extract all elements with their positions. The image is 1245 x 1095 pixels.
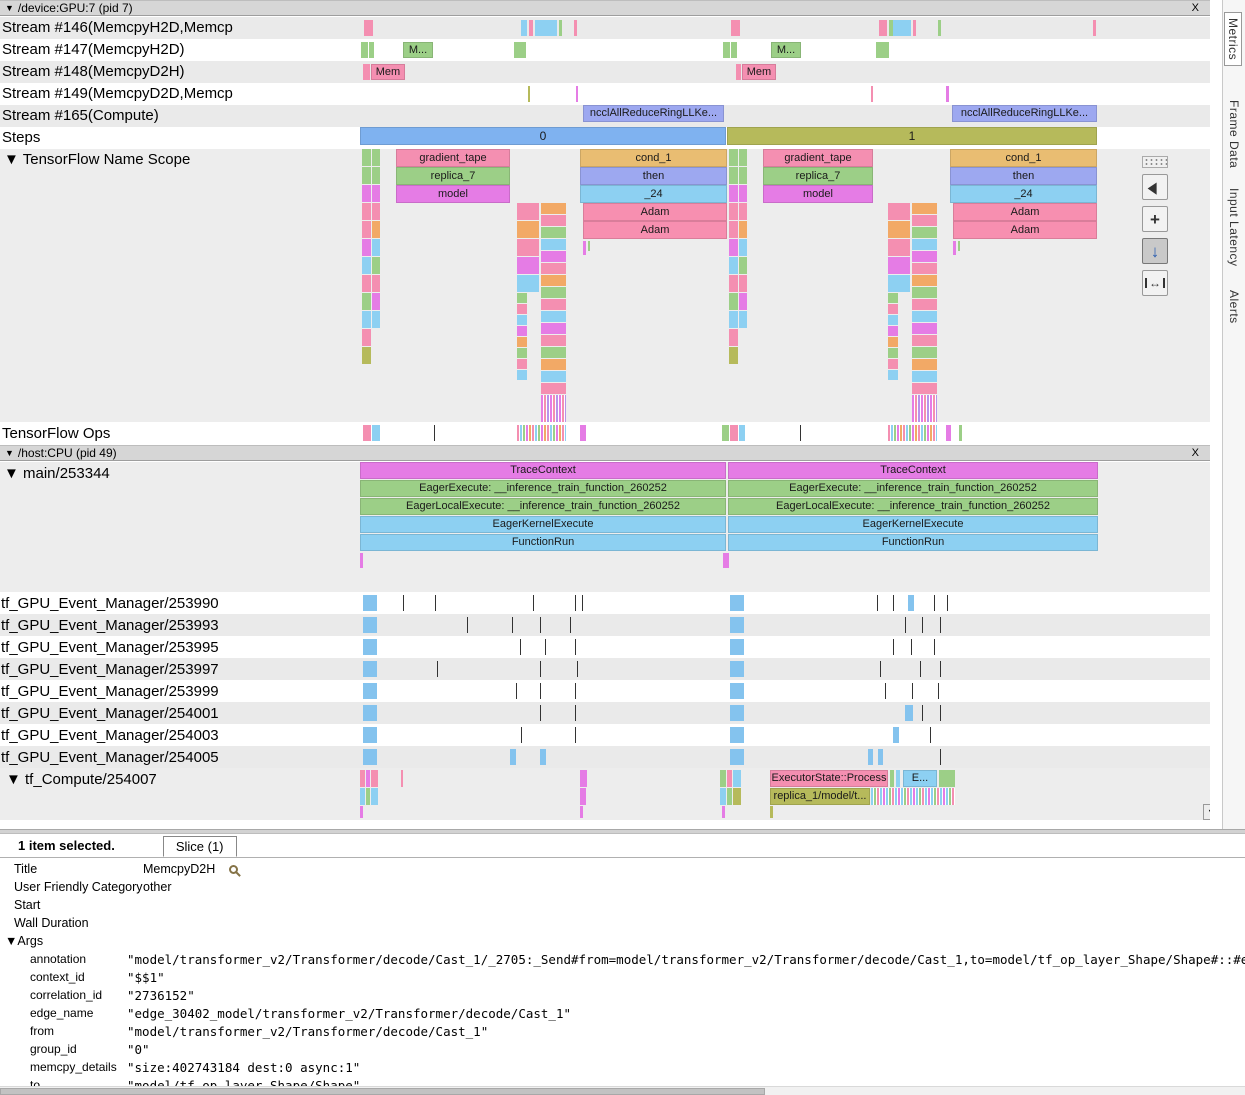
gpu-pane-close-button[interactable]: X (1192, 2, 1199, 14)
arg-value: "edge_30402_model/transformer_v2/Transfo… (127, 1006, 571, 1021)
tab-input-latency[interactable]: Input Latency (1227, 188, 1241, 267)
analysis-panel: 1 item selected. Slice (1) TitleMemcpyD2… (0, 829, 1245, 1095)
field-value: MemcpyD2H (143, 862, 215, 876)
field-label: Start (0, 898, 143, 912)
detail-field-user-friendly-category: User Friendly Categoryother (0, 878, 1245, 896)
arg-key: to (0, 1078, 127, 1086)
collapse-triangle-icon: ▼ (5, 448, 14, 458)
args-section-header[interactable]: ▼Args (0, 932, 1245, 950)
pan-icon: + (1150, 211, 1160, 228)
tab-frame-data[interactable]: Frame Data (1227, 100, 1241, 168)
cpu-process-header[interactable]: ▼ /host:CPU (pid 49) X (0, 445, 1210, 461)
field-label: Wall Duration (0, 916, 143, 930)
side-tab-strip: Metrics Frame Data Input Latency Alerts (1222, 0, 1245, 829)
slice-details: TitleMemcpyD2HUser Friendly Categoryothe… (0, 858, 1245, 1086)
cpu-pane-close-button[interactable]: X (1192, 447, 1199, 459)
timing-icon: ↔ (1145, 278, 1165, 288)
tab-alerts[interactable]: Alerts (1227, 290, 1241, 324)
arg-key: from (0, 1024, 127, 1038)
track-label-steps: Steps (2, 129, 40, 147)
detail-field-start: Start (0, 896, 1245, 914)
arg-row-to: to"model/tf_op_layer_Shape/Shape" (0, 1076, 1245, 1086)
track-label-tf-gpu-event-manager-254001: tf_GPU_Event_Manager/254001 (1, 705, 219, 723)
gpu-process-header[interactable]: ▼ /device:GPU:7 (pid 7) X (0, 0, 1210, 16)
track-label-stream-148-memcpyd2h: Stream #148(MemcpyD2H) (2, 63, 185, 81)
track-label-tf-gpu-event-manager-253995: tf_GPU_Event_Manager/253995 (1, 639, 219, 657)
arg-value: "0" (127, 1042, 150, 1057)
detail-field-wall-duration: Wall Duration (0, 914, 1245, 932)
track-label-stream-147-memcpyh2d: Stream #147(MemcpyH2D) (2, 41, 185, 59)
scroll-down-button[interactable]: ▼ (1203, 804, 1210, 820)
arg-value: "model/transformer_v2/Transformer/decode… (127, 1024, 488, 1039)
arg-value: "model/tf_op_layer_Shape/Shape" (127, 1078, 360, 1087)
magnifier-icon[interactable] (229, 865, 238, 874)
track-label-tf-gpu-event-manager-254005: tf_GPU_Event_Manager/254005 (1, 749, 219, 767)
cursor-icon (1148, 180, 1163, 195)
tool-panel-grip-icon[interactable] (1142, 156, 1168, 168)
arg-row-annotation: annotation"model/transformer_v2/Transfor… (0, 950, 1245, 968)
track-label-main-253344[interactable]: ▼ main/253344 (4, 465, 110, 483)
timeline-canvas: M...M...MemMemncclAllReduceRingLLKe...nc… (0, 0, 1210, 829)
selection-count-label: 1 item selected. (18, 838, 115, 853)
arg-key: memcpy_details (0, 1060, 127, 1074)
track-label-tensorflow-name-scope[interactable]: ▼ TensorFlow Name Scope (4, 151, 190, 169)
tab-slice[interactable]: Slice (1) (163, 836, 237, 857)
track-label-tf-compute-254007[interactable]: ▼ tf_Compute/254007 (6, 771, 157, 789)
arg-value: "model/transformer_v2/Transformer/decode… (127, 952, 1245, 967)
cpu-process-title: /host:CPU (pid 49) (18, 446, 117, 460)
arg-row-group-id: group_id"0" (0, 1040, 1245, 1058)
arg-row-from: from"model/transformer_v2/Transformer/de… (0, 1022, 1245, 1040)
field-label: Title (0, 862, 143, 876)
arg-key: group_id (0, 1042, 127, 1056)
zoom-tool-button[interactable]: ↓ (1142, 238, 1168, 264)
track-label-tf-gpu-event-manager-253990: tf_GPU_Event_Manager/253990 (1, 595, 219, 613)
track-label-tensorflow-ops: TensorFlow Ops (2, 425, 110, 443)
tab-metrics[interactable]: Metrics (1224, 12, 1242, 66)
horizontal-scrollbar[interactable] (0, 1086, 1245, 1095)
arg-value: "size:402743184 dest:0 async:1" (127, 1060, 360, 1075)
collapse-triangle-icon: ▼ (5, 3, 14, 13)
gpu-process-title: /device:GPU:7 (pid 7) (18, 1, 133, 15)
track-labels-layer: Stream #146(MemcpyH2D,Memcp Stream #147(M… (0, 0, 1210, 829)
arg-key: context_id (0, 970, 127, 984)
analysis-tabbar: 1 item selected. Slice (1) (0, 834, 1245, 858)
detail-field-title: TitleMemcpyD2H (0, 860, 1245, 878)
arg-row-correlation-id: correlation_id"2736152" (0, 986, 1245, 1004)
arg-row-edge-name: edge_name"edge_30402_model/transformer_v… (0, 1004, 1245, 1022)
arg-row-memcpy-details: memcpy_details"size:402743184 dest:0 asy… (0, 1058, 1245, 1076)
arg-key: correlation_id (0, 988, 127, 1002)
arg-row-context-id: context_id"$$1" (0, 968, 1245, 986)
field-value: other (143, 880, 172, 894)
track-label-tf-gpu-event-manager-254003: tf_GPU_Event_Manager/254003 (1, 727, 219, 745)
field-label: User Friendly Category (0, 880, 143, 894)
arg-value: "2736152" (127, 988, 195, 1003)
track-label-stream-149-memcpyd2d-memcp: Stream #149(MemcpyD2D,Memcp (2, 85, 233, 103)
track-label-tf-gpu-event-manager-253993: tf_GPU_Event_Manager/253993 (1, 617, 219, 635)
pan-tool-button[interactable]: + (1142, 206, 1168, 232)
arg-key: annotation (0, 952, 127, 966)
args-list: annotation"model/transformer_v2/Transfor… (0, 950, 1245, 1086)
track-label-stream-165-compute: Stream #165(Compute) (2, 107, 159, 125)
scrollbar-thumb[interactable] (0, 1088, 765, 1095)
slice-fields: TitleMemcpyD2HUser Friendly Categoryothe… (0, 860, 1245, 932)
zoom-arrow-icon: ↓ (1151, 243, 1160, 260)
selection-tool-button[interactable] (1142, 174, 1168, 200)
track-label-tf-gpu-event-manager-253999: tf_GPU_Event_Manager/253999 (1, 683, 219, 701)
arg-value: "$$1" (127, 970, 165, 985)
track-label-stream-146-memcpyh2d-memcp: Stream #146(MemcpyH2D,Memcp (2, 19, 233, 37)
timing-tool-button[interactable]: ↔ (1142, 270, 1168, 296)
track-label-tf-gpu-event-manager-253997: tf_GPU_Event_Manager/253997 (1, 661, 219, 679)
timeline-tool-panel: + ↓ ↔ (1140, 156, 1170, 296)
arg-key: edge_name (0, 1006, 127, 1020)
